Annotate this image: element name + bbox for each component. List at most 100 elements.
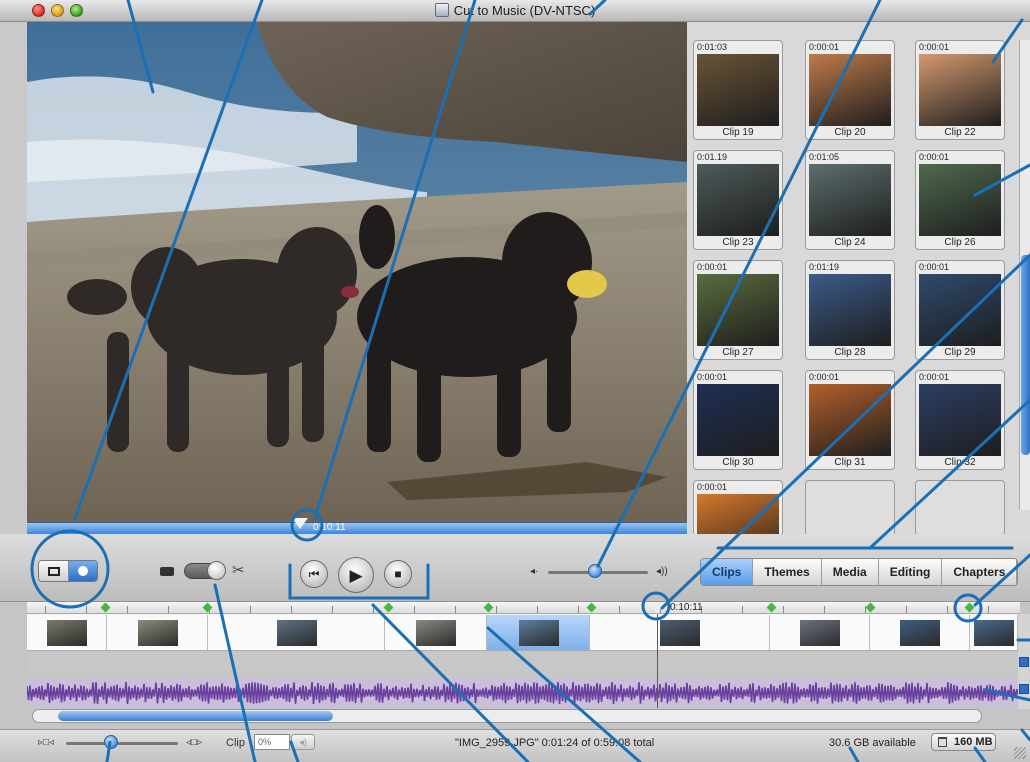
clip-tile[interactable]: 0:00:01 [693,480,783,566]
film-strip-icon [48,567,60,576]
viewer-frame [27,22,687,522]
timeline-clip[interactable] [970,615,1018,650]
clip-tile[interactable]: 0:00:01 Clip 26 [915,150,1005,250]
clip-thumbnail [697,274,779,346]
trash-size: 160 MB [954,736,993,748]
clip-volume-field[interactable]: 0% [254,734,290,750]
tab-chapters[interactable]: Chapters [942,559,1018,585]
clip-tile[interactable]: 0:00:01 Clip 27 [693,260,783,360]
clip-thumbnail [919,274,1001,346]
track-checkbox-2[interactable] [1019,684,1029,694]
clip-time-view-switch[interactable] [38,560,98,582]
viewer-left-margin [0,22,27,534]
clip-thumbnail [697,384,779,456]
clip-view-button[interactable] [39,561,69,581]
timeline-zoom-slider[interactable] [66,742,178,745]
timeline-clip-thumbnail [137,620,178,646]
timeline-clip[interactable] [487,615,590,650]
clips-scroll-thumb[interactable] [1021,255,1030,455]
resize-grip[interactable] [1014,747,1026,759]
ruler-tick [291,606,292,613]
rewind-button[interactable]: ⏮ [300,560,328,588]
window-title: Cut to Music (DV-NTSC) [453,3,596,18]
title-bar[interactable]: Cut to Music (DV-NTSC) [0,0,1030,22]
ruler-tick [988,606,989,613]
clip-duration: 0:00:01 [809,372,840,382]
clip-duration: 0:00:01 [809,42,840,52]
clip-tile[interactable]: 0:01:19 Clip 28 [805,260,895,360]
clip-volume-label: Clip [226,737,245,749]
tab-clips[interactable]: Clips [701,559,754,585]
ruler-tick [537,606,538,613]
clip-thumbnail [809,164,891,236]
tab-themes[interactable]: Themes [753,559,822,585]
clip-label: Clip 19 [722,127,754,138]
zoom-in-icon: ◃□▹ [186,737,203,748]
clip-tile[interactable]: 0:00:01 Clip 22 [915,40,1005,140]
volume-slider-knob[interactable] [588,564,602,578]
timeline-clip-thumbnail [974,620,1014,646]
clip-tile[interactable]: 0:01.19 Clip 23 [693,150,783,250]
clip-duration: 0:00:01 [919,262,950,272]
clip-tile[interactable]: 0:01:05 Clip 24 [805,150,895,250]
clip-tile[interactable]: 0:00:01 Clip 32 [915,370,1005,470]
mode-switch-knob[interactable] [207,561,226,580]
trash-icon [938,737,947,747]
scrub-playhead[interactable] [292,518,308,529]
clip-thumbnail [809,274,891,346]
disk-space: 30.6 GB available [829,737,916,749]
fast-forward-icon: ■ [394,567,402,581]
viewer-timecode: 0:10:11 [313,522,346,533]
ruler-tick [414,606,415,613]
ruler-tick [496,606,497,613]
timeline-clip[interactable] [590,615,770,650]
timeline-clip[interactable] [208,615,385,650]
timeline-playhead[interactable] [649,602,665,614]
timeline-clip-thumbnail [276,620,317,646]
timeline-clip-thumbnail [660,620,700,646]
clip-thumbnail [919,54,1001,126]
empty-clip-slot[interactable] [915,480,1005,536]
timeline-clip[interactable] [385,615,487,650]
video-viewer[interactable] [27,22,687,522]
clip-tile[interactable]: 0:01:03 Clip 19 [693,40,783,140]
ruler-tick [250,606,251,613]
track-checkbox-1[interactable] [1019,657,1029,667]
tab-media[interactable]: Media [821,559,879,585]
volume-low-icon: ◂· [530,566,539,577]
scrub-bar[interactable] [27,522,687,534]
ruler-tick [373,606,374,613]
timeline-clip[interactable] [27,615,107,650]
audio-track[interactable] [27,678,1020,708]
clip-volume-speaker-button[interactable]: ◂) [291,734,315,750]
clip-label: Clip 23 [722,237,754,248]
clip-tile[interactable]: 0:00:01 Clip 20 [805,40,895,140]
ruler-tick [45,606,46,613]
timeline-clip[interactable] [107,615,208,650]
clip-thumbnail [919,384,1001,456]
clip-tile[interactable]: 0:00:01 Clip 31 [805,370,895,470]
timeline-clip-thumbnail [800,620,840,646]
timeline-clip[interactable] [770,615,870,650]
timeline-zoom-knob[interactable] [104,735,118,749]
clip-tile[interactable]: 0:00:01 Clip 30 [693,370,783,470]
clip-tile[interactable]: 0:00:01 Clip 29 [915,260,1005,360]
empty-track [27,652,1020,678]
timeline-clip[interactable] [870,615,970,650]
play-icon: ▶ [349,566,363,585]
clip-thumbnail [697,164,779,236]
window-title-area: Cut to Music (DV-NTSC) [0,3,1030,18]
audio-waveform [27,682,1020,704]
timeline-scroll-thumb[interactable] [58,711,333,721]
fast-forward-button[interactable]: ■ [384,560,412,588]
tab-editing[interactable]: Editing [878,559,943,585]
clip-thumbnail [919,164,1001,236]
empty-clip-slot[interactable] [805,480,895,536]
clip-duration: 0:00:01 [919,372,950,382]
play-button[interactable]: ▶ [338,557,374,593]
timeline-clip-thumbnail [900,620,940,646]
ruler-tick [906,606,907,613]
timeline-view-button[interactable] [69,561,97,581]
clip-thumbnail [809,54,891,126]
volume-high-icon: ◂)) [656,566,668,577]
